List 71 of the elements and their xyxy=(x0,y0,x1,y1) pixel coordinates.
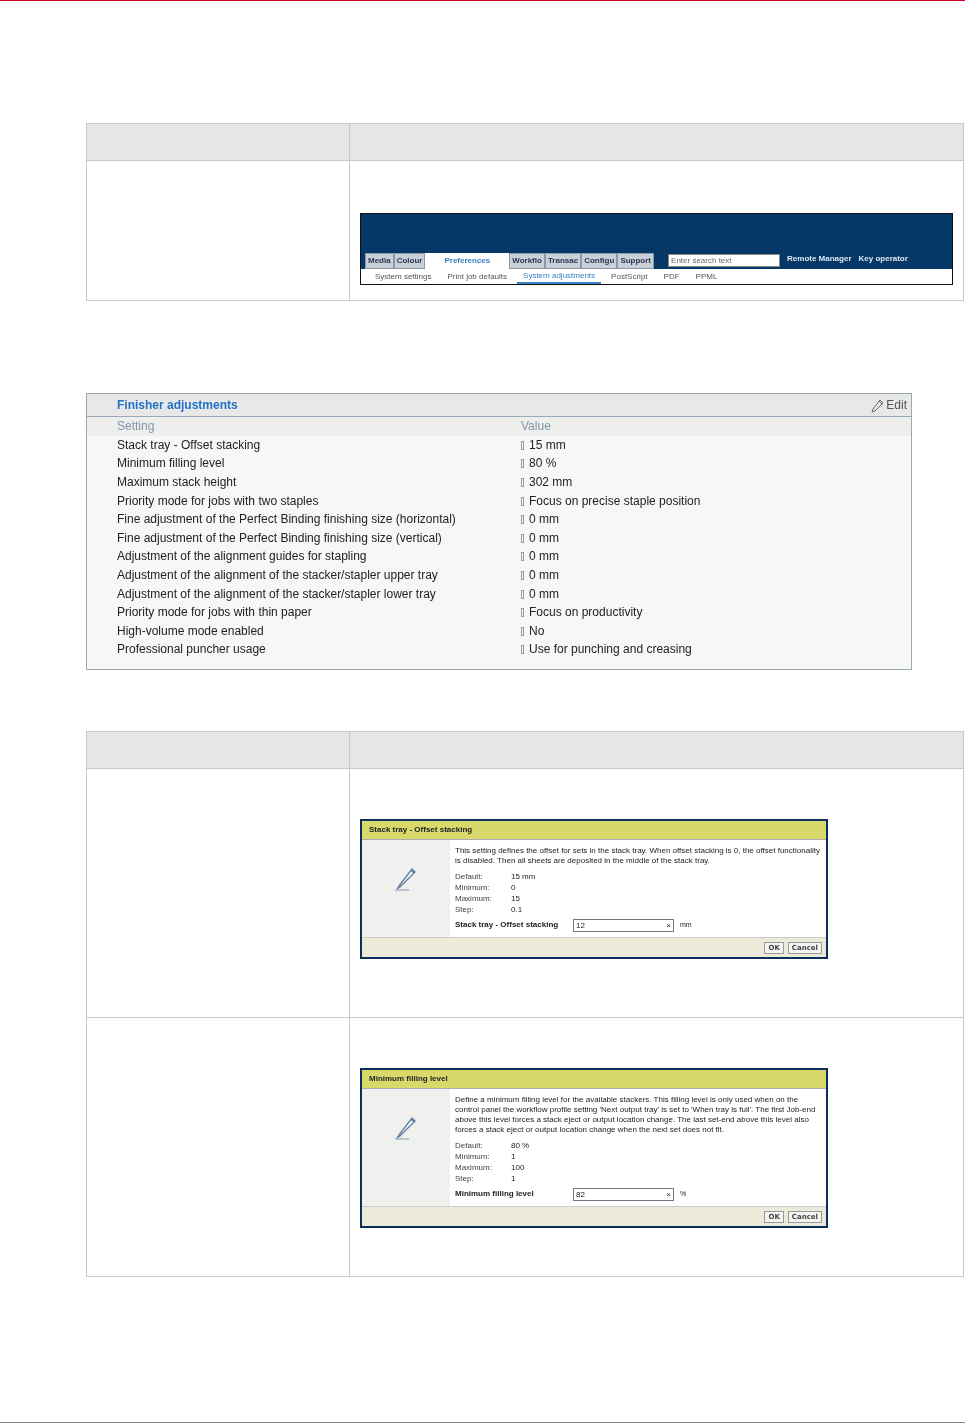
setting-value: 80 % xyxy=(529,456,557,471)
spec-label: Maximum: xyxy=(455,892,493,905)
setting-name: Stack tray - Offset stacking xyxy=(117,436,262,454)
spec-label: Default: xyxy=(455,870,484,883)
nav-tab[interactable]: Preferences xyxy=(425,253,510,269)
field-label: Stack tray - Offset stacking xyxy=(455,920,560,931)
spec-value: 0 xyxy=(511,881,516,894)
setting-name: Professional puncher usage xyxy=(117,641,267,659)
setting-name: Priority mode for jobs with two staples xyxy=(117,492,320,510)
setting-value: 0 mm xyxy=(529,512,559,527)
sub-tab[interactable]: System settings xyxy=(369,269,438,284)
setting-value: 0 mm xyxy=(529,549,559,564)
setting-value: 302 mm xyxy=(529,475,573,490)
spec-value: 80 % xyxy=(511,1139,530,1152)
dialog-title: Stack tray - Offset stacking xyxy=(362,821,826,840)
sub-tab[interactable]: System adjustments xyxy=(517,269,602,284)
dialog-title: Minimum filling level xyxy=(362,1070,826,1089)
sub-tab[interactable]: PDF xyxy=(657,269,686,284)
nav-tab[interactable]: Support xyxy=(617,253,655,269)
spec-value: 0.1 xyxy=(511,903,523,916)
spec-value: 100 xyxy=(511,1161,525,1174)
column-header: Value xyxy=(521,418,551,436)
panel-title: Finisher adjustments xyxy=(117,397,238,414)
spec-value: 1 xyxy=(511,1150,516,1163)
clear-button[interactable]: × xyxy=(666,919,671,932)
setting-name: Adjustment of the alignment of the stacker/stapler lower tray xyxy=(117,585,437,603)
setting-name: Fine adjustment of the Perfect Binding finishing size (horizontal) xyxy=(117,511,457,529)
setting-value: 15 mm xyxy=(529,437,566,452)
nav-link[interactable]: Key operator xyxy=(858,253,908,265)
spec-label: Maximum: xyxy=(455,1161,493,1174)
spec-value: 15 mm xyxy=(511,870,536,883)
setting-name: Maximum stack height xyxy=(117,474,238,492)
setting-name: Minimum filling level xyxy=(117,455,226,473)
spec-value: 1 xyxy=(511,1172,516,1185)
nav-tab[interactable]: Configu xyxy=(581,253,618,269)
nav-tab[interactable]: Transac xyxy=(544,253,582,269)
setting-value: Focus on precise staple position xyxy=(529,493,701,508)
sub-tab[interactable]: PPML xyxy=(689,269,724,284)
nav-tab[interactable]: Colour xyxy=(393,253,426,269)
description: Define a minimum filling level for the available stackers. This filling level is only used when on the control panel the workflow profile setting 'Next output tray' is set to 'When tray is full'. The first Job-end above this level forces a stack eject or output location change. The last set-end above this level also forces a stack eject or output location change when the next set does not fit. xyxy=(455,1095,817,1135)
setting-value: 0 mm xyxy=(529,530,559,545)
sub-tab[interactable]: PostScript xyxy=(605,269,654,284)
pencil-icon xyxy=(870,397,886,413)
column-header: Setting xyxy=(117,418,156,436)
spec-label: Default: xyxy=(455,1139,484,1152)
setting-name: Fine adjustment of the Perfect Binding finishing size (vertical) xyxy=(117,529,443,547)
setting-value: 0 mm xyxy=(529,568,559,583)
setting-value: Use for punching and creasing xyxy=(529,642,692,657)
input-field[interactable]: 82 × xyxy=(573,1188,674,1201)
spec-label: Step: xyxy=(455,903,475,916)
spec-value: 15 xyxy=(511,892,520,905)
setting-name: Adjustment of the alignment of the stacker/stapler upper tray xyxy=(117,567,439,585)
setting-name: Adjustment of the alignment guides for stapling xyxy=(117,548,368,566)
setting-name: High-volume mode enabled xyxy=(117,622,265,640)
spec-label: Step: xyxy=(455,1172,475,1185)
edit-button[interactable]: Edit xyxy=(870,396,907,414)
nav-tab[interactable]: Workflo xyxy=(509,253,545,269)
setting-value: 0 mm xyxy=(529,586,559,601)
setting-value: Focus on productivity xyxy=(529,605,643,620)
spec-label: Minimum: xyxy=(455,1150,491,1163)
setting-name: Priority mode for jobs with thin paper xyxy=(117,604,313,622)
description: This setting defines the offset for sets in the stack tray. When offset stacking is 0, the offset functionality is disabled. Then all sheets are deposited in the middle of the stack tray. xyxy=(455,846,821,866)
setting-value: No xyxy=(529,623,545,638)
field-label: Minimum filling level xyxy=(455,1189,535,1200)
input-field[interactable]: 12 × xyxy=(573,919,674,932)
clear-button[interactable]: × xyxy=(666,1188,671,1201)
nav-tab[interactable]: Media xyxy=(365,253,394,269)
search-field[interactable]: Enter search text xyxy=(668,254,781,267)
spec-label: Minimum: xyxy=(455,881,491,894)
sub-tab[interactable]: Print job defaults xyxy=(441,269,514,284)
nav-link[interactable]: Remote Manager xyxy=(787,253,852,265)
